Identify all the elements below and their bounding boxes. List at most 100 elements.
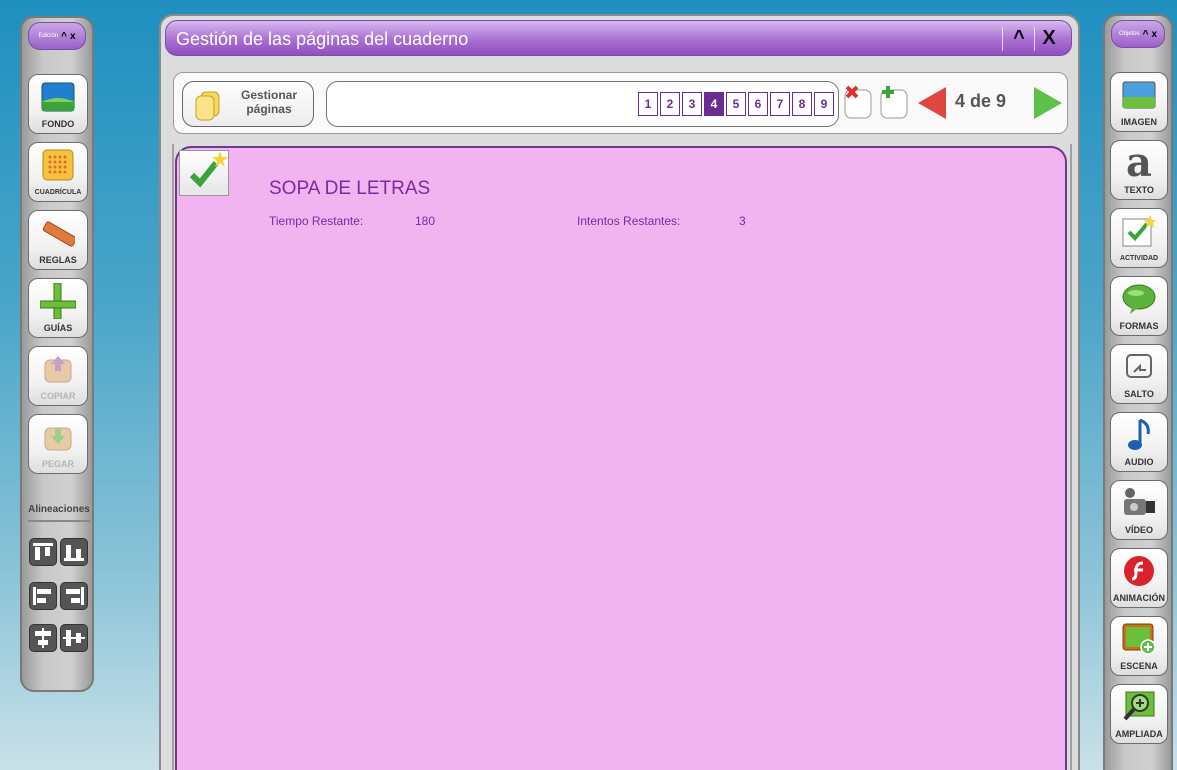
scene-icon (1121, 622, 1157, 656)
scene-label: ESCENA (1120, 661, 1158, 671)
page-tab-4[interactable]: 4 (704, 92, 724, 116)
time-remaining-value: 180 (415, 214, 436, 228)
align-top-button[interactable] (29, 538, 57, 566)
align-bottom-icon (64, 545, 84, 561)
edit-panel-close-button[interactable]: x (70, 31, 76, 42)
align-center-vertical-icon (35, 628, 51, 648)
page-selector: 123456789 (326, 81, 839, 127)
copy-button[interactable]: COPIAR (28, 346, 88, 406)
shapes-label: FORMAS (1119, 321, 1159, 331)
shapes-button[interactable]: FORMAS (1110, 276, 1168, 336)
page-canvas[interactable]: SOPA DE LETRAS Tiempo Restante: 180 Inte… (175, 146, 1067, 770)
text-button[interactable]: a TEXTO (1110, 140, 1168, 200)
grid-button[interactable]: CUADRÍCULA (28, 142, 88, 202)
manage-pages-label: Gestionar páginas (240, 88, 297, 116)
activity-object[interactable] (179, 150, 229, 196)
page-tab-3[interactable]: 3 (682, 92, 702, 116)
add-page-icon[interactable] (878, 84, 910, 120)
animation-button[interactable]: ANIMACIÓN (1110, 548, 1168, 608)
next-page-icon[interactable] (1032, 85, 1064, 121)
background-label: FONDO (41, 119, 75, 129)
ruler-icon (40, 216, 76, 250)
page-tab-1[interactable]: 1 (638, 92, 658, 116)
pages-icon (195, 91, 220, 121)
copy-label: COPIAR (40, 391, 76, 401)
edit-panel-minimize-button[interactable]: ^ (61, 31, 67, 42)
title-divider (1034, 27, 1035, 51)
align-right-button[interactable] (60, 582, 88, 610)
page-tab-2[interactable]: 2 (660, 92, 680, 116)
page-tab-8[interactable]: 8 (792, 92, 812, 116)
window-title: Gestión de las páginas del cuaderno (176, 29, 469, 49)
pages-toolbar: Gestionar páginas 123456789 4 de 9 (173, 72, 1068, 134)
activity-icon (1121, 214, 1157, 248)
objects-panel: Objetos ^ x IMAGEN a TEXTO ACTIVIDAD FOR… (1103, 14, 1173, 770)
activity-title: SOPA DE LETRAS (269, 178, 431, 199)
align-right-icon (66, 587, 84, 605)
activity-button[interactable]: ACTIVIDAD (1110, 208, 1168, 268)
objects-panel-title: Objetos (1118, 31, 1140, 37)
image-button[interactable]: IMAGEN (1110, 72, 1168, 132)
paste-button[interactable]: PEGAR (28, 414, 88, 474)
time-remaining-label: Tiempo Restante: (269, 214, 364, 228)
guides-button[interactable]: GUÍAS (28, 278, 88, 338)
grid-icon (40, 148, 76, 182)
flash-icon (1121, 554, 1157, 588)
zoom-label: AMPLIADA (1115, 729, 1163, 739)
jump-button[interactable]: SALTO (1110, 344, 1168, 404)
page-manager-window: Gestión de las páginas del cuaderno ^ X … (159, 14, 1080, 770)
align-center-vertical-button[interactable] (29, 624, 57, 652)
jump-label: SALTO (1124, 389, 1154, 399)
activity-label: ACTIVIDAD (1119, 255, 1159, 262)
page-tab-6[interactable]: 6 (748, 92, 768, 116)
tries-remaining-label: Intentos Restantes: (577, 214, 681, 228)
previous-page-icon[interactable] (916, 85, 948, 121)
align-left-icon (33, 587, 51, 605)
guides-label: GUÍAS (43, 323, 73, 333)
grid-label: CUADRÍCULA (34, 189, 82, 196)
window-close-button[interactable]: X (1037, 27, 1061, 51)
page-tab-9[interactable]: 9 (814, 92, 834, 116)
page-tab-7[interactable]: 7 (770, 92, 790, 116)
objects-panel-header[interactable]: Objetos ^ x (1111, 20, 1165, 48)
align-bottom-button[interactable] (60, 538, 88, 566)
animation-label: ANIMACIÓN (1113, 593, 1165, 603)
audio-label: AUDIO (1124, 457, 1154, 467)
music-note-icon (1121, 418, 1157, 452)
alignments-divider (28, 520, 90, 522)
copy-icon (40, 352, 76, 386)
window-title-bar[interactable]: Gestión de las páginas del cuaderno ^ X (165, 20, 1072, 56)
video-camera-icon (1121, 486, 1157, 520)
landscape-icon (40, 80, 76, 114)
window-minimize-button[interactable]: ^ (1007, 27, 1031, 51)
delete-page-icon[interactable] (842, 84, 874, 120)
image-label: IMAGEN (1121, 117, 1157, 127)
rulers-button[interactable]: REGLAS (28, 210, 88, 270)
edit-panel: Edición ^ x FONDO CUADRÍCULA REGLAS GUÍA… (20, 16, 94, 692)
paste-icon (40, 420, 76, 454)
objects-panel-minimize-button[interactable]: ^ (1143, 29, 1149, 40)
page-count: 4 de 9 (955, 91, 1007, 111)
edit-panel-header[interactable]: Edición ^ x (28, 22, 86, 50)
align-left-button[interactable] (29, 582, 57, 610)
scene-button[interactable]: ESCENA (1110, 616, 1168, 676)
zoom-icon (1121, 690, 1157, 724)
align-center-horizontal-button[interactable] (60, 624, 88, 652)
alignments-label: Alineaciones (28, 504, 90, 515)
audio-button[interactable]: AUDIO (1110, 412, 1168, 472)
align-center-horizontal-icon (63, 630, 85, 646)
page-tab-5[interactable]: 5 (726, 92, 746, 116)
objects-panel-close-button[interactable]: x (1151, 29, 1157, 40)
tries-remaining-value: 3 (739, 214, 746, 228)
video-button[interactable]: VÍDEO (1110, 480, 1168, 540)
paste-label: PEGAR (41, 459, 74, 469)
background-button[interactable]: FONDO (28, 74, 88, 134)
image-icon (1121, 78, 1157, 112)
edit-panel-title: Edición (38, 33, 59, 39)
activity-check-icon (189, 151, 228, 188)
page-tabs: 123456789 (638, 92, 834, 116)
speech-bubble-icon (1121, 282, 1157, 316)
zoom-button[interactable]: AMPLIADA (1110, 684, 1168, 744)
video-label: VÍDEO (1124, 525, 1153, 535)
manage-pages-button[interactable]: Gestionar páginas (182, 81, 314, 127)
